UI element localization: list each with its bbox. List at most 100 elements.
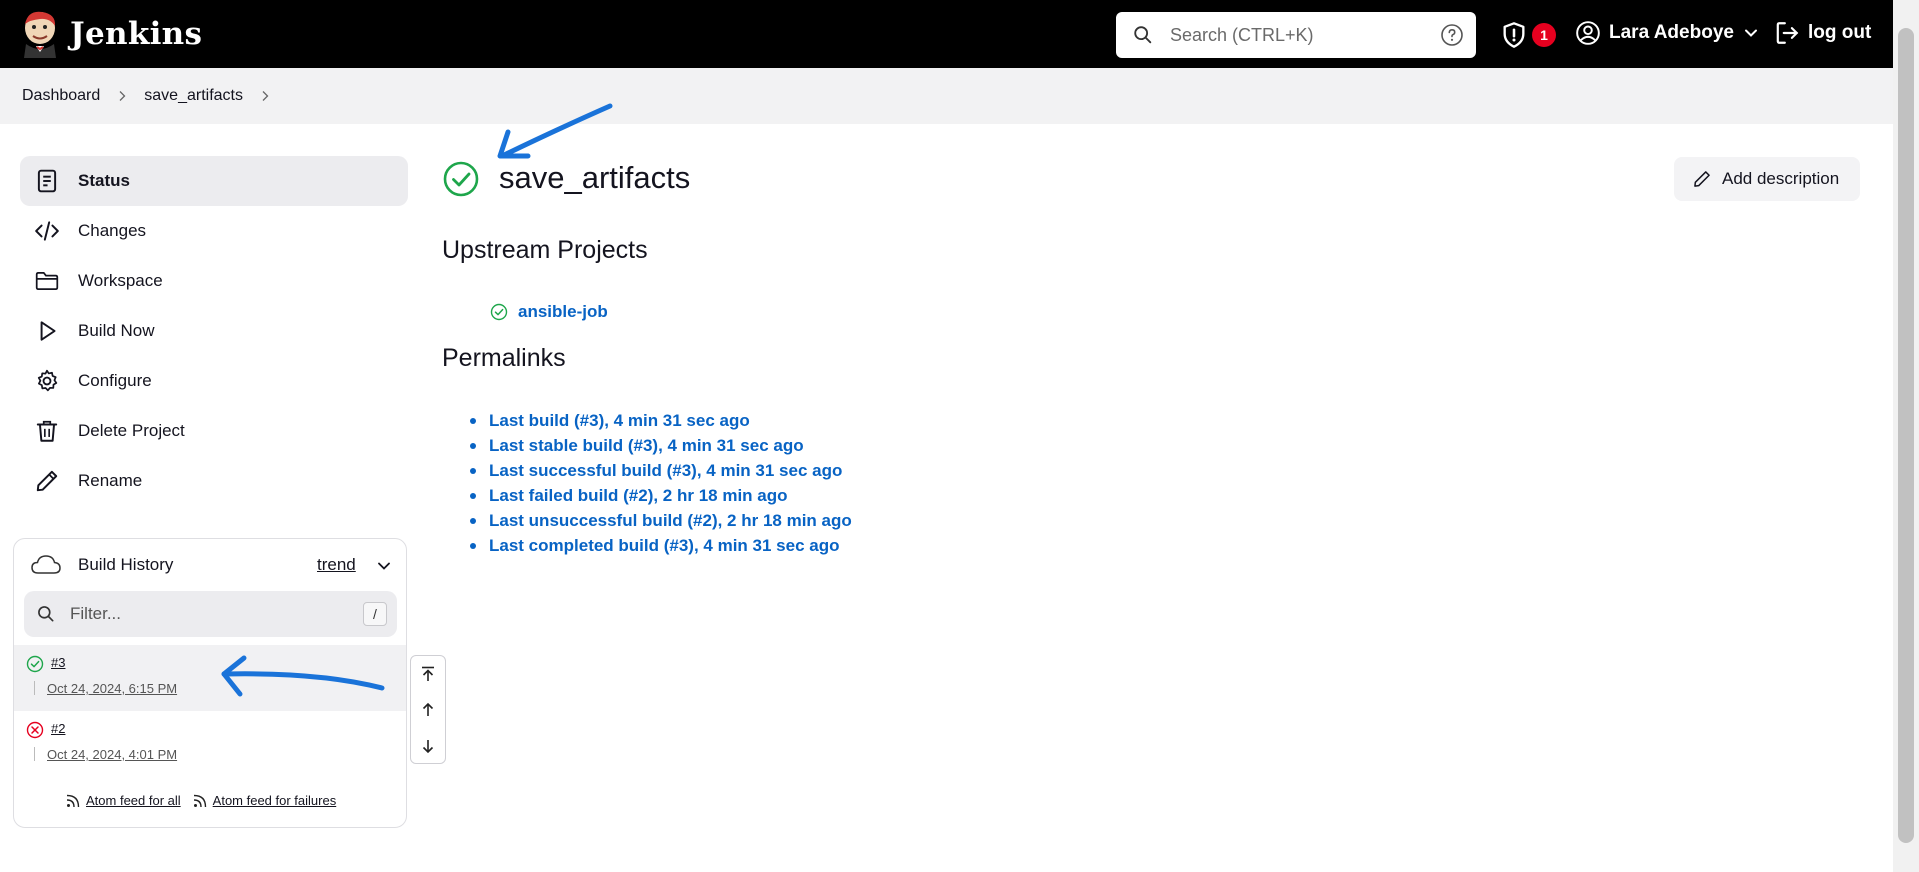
permalinks-heading: Permalinks [442,344,566,372]
sidebar-item-delete-project[interactable]: Delete Project [20,406,408,456]
history-nav-buttons [410,655,446,764]
permalink-last-failed-build[interactable]: Last failed build (#2), 2 hr 18 min ago [489,486,788,506]
sidebar-item-configure[interactable]: Configure [20,356,408,406]
build-history-title: Build History [78,555,174,574]
list-item: Last stable build (#3), 4 min 31 sec ago [470,433,852,458]
jenkins-logo[interactable]: Jenkins [20,10,202,58]
sidebar-item-label: Build Now [78,321,155,340]
arrow-to-top-icon [422,666,434,681]
rss-icon [66,794,80,807]
app-name: Jenkins [70,16,203,52]
list-item: Last completed build (#3), 4 min 31 sec … [470,533,852,558]
list-item: Last successful build (#3), 4 min 31 sec… [470,458,852,483]
cloud-icon [31,555,61,574]
security-shield-icon[interactable] [1500,21,1528,49]
upstream-project-link[interactable]: ansible-job [518,302,608,322]
scroll-down-button[interactable] [411,728,445,764]
build-filter[interactable]: / [24,591,397,637]
play-icon [40,321,56,341]
permalinks-list: Last build (#3), 4 min 31 sec ago Last s… [470,408,852,558]
permalink-last-successful-build[interactable]: Last successful build (#3), 4 min 31 sec… [489,461,842,481]
success-status-icon [443,161,479,197]
sidebar-item-label: Configure [78,371,152,390]
build-date[interactable]: Oct 24, 2024, 4:01 PM [47,747,177,762]
success-check-icon [490,303,508,321]
search-icon [1134,26,1152,44]
user-name: Lara Adeboye [1609,22,1734,43]
search-input[interactable] [1170,24,1440,46]
scroll-to-top-button[interactable] [411,656,445,692]
build-date[interactable]: Oct 24, 2024, 6:15 PM [47,681,177,696]
page-title: save_artifacts [499,160,691,195]
sidebar-item-label: Delete Project [78,421,185,440]
sidebar-item-workspace[interactable]: Workspace [20,256,408,306]
user-avatar-icon [1576,21,1600,45]
scroll-up-button[interactable] [411,692,445,728]
permalink-last-completed-build[interactable]: Last completed build (#3), 4 min 31 sec … [489,536,839,556]
arrow-up-icon [422,702,434,716]
user-menu[interactable]: Lara Adeboye [1575,20,1758,46]
sidebar-item-label: Changes [78,221,147,240]
upstream-projects-heading: Upstream Projects [442,236,648,264]
breadcrumb: Dashboard save_artifacts [0,68,1893,124]
sidebar-item-build-now[interactable]: Build Now [20,306,408,356]
build-history-header: Build History trend [14,539,406,591]
trend-link[interactable]: trend [317,555,356,575]
breadcrumb-project[interactable]: save_artifacts [144,87,243,105]
document-icon [37,169,57,193]
atom-feed-failures-link[interactable]: Atom feed for failures [213,793,337,808]
atom-feed-all-link[interactable]: Atom feed for all [86,793,181,808]
logout-link[interactable]: log out [1774,20,1871,46]
add-description-button[interactable]: Add description [1674,157,1860,201]
sidebar-tasks: Status Changes Workspace Build Now Confi… [20,156,408,506]
build-filter-input[interactable] [70,604,350,624]
logout-label: log out [1808,22,1872,43]
chevron-down-icon [1744,29,1757,37]
top-header: Jenkins 1 Lara Adeboye [0,0,1893,68]
divider [34,681,35,695]
gear-icon [37,369,58,392]
permalink-last-build[interactable]: Last build (#3), 4 min 31 sec ago [489,411,750,431]
list-item: Last failed build (#2), 2 hr 18 min ago [470,483,852,508]
build-history-panel: Build History trend / #3 Oct 24, 2024, 6… [13,538,407,828]
pencil-icon [1694,171,1710,187]
breadcrumb-dashboard[interactable]: Dashboard [22,87,100,105]
list-item: Last unsuccessful build (#2), 2 hr 18 mi… [470,508,852,533]
chevron-right-icon[interactable] [259,90,271,102]
search-box[interactable] [1116,12,1476,58]
trash-icon [36,420,58,442]
logout-icon [1776,22,1799,44]
scrollbar-thumb[interactable] [1898,28,1914,843]
help-icon[interactable] [1440,23,1464,47]
success-check-icon [26,655,44,673]
search-icon [38,606,54,622]
jenkins-butler-icon [24,11,56,58]
sidebar-item-label: Rename [78,471,143,490]
security-badge[interactable]: 1 [1532,23,1556,47]
sidebar-item-status[interactable]: Status [20,156,408,206]
chevron-right-icon [119,91,126,101]
build-number[interactable]: #2 [51,721,65,736]
sidebar-item-changes[interactable]: Changes [20,206,408,256]
permalink-last-unsuccessful-build[interactable]: Last unsuccessful build (#2), 2 hr 18 mi… [489,511,852,531]
sidebar-item-label: Workspace [78,271,163,290]
folder-icon [35,272,59,290]
permalink-last-stable-build[interactable]: Last stable build (#3), 4 min 31 sec ago [489,436,804,456]
build-row-3[interactable]: #3 Oct 24, 2024, 6:15 PM [14,645,406,711]
chevron-down-icon[interactable] [377,559,391,573]
arrow-down-icon [422,740,434,754]
build-number[interactable]: #3 [51,655,65,670]
pencil-icon [36,470,58,492]
divider [34,747,35,761]
rss-icon [193,794,206,807]
failed-x-icon [26,721,44,739]
list-item: Last build (#3), 4 min 31 sec ago [470,408,852,433]
build-row-2[interactable]: #2 Oct 24, 2024, 4:01 PM [14,711,406,777]
upstream-project-item: ansible-job [490,302,608,322]
page-scrollbar[interactable] [1893,0,1919,872]
sidebar-item-label: Status [78,171,130,190]
atom-feeds: Atom feed for all Atom feed for failures [66,793,348,808]
filter-shortcut-key: / [363,602,387,626]
code-icon [35,221,59,241]
sidebar-item-rename[interactable]: Rename [20,456,408,506]
